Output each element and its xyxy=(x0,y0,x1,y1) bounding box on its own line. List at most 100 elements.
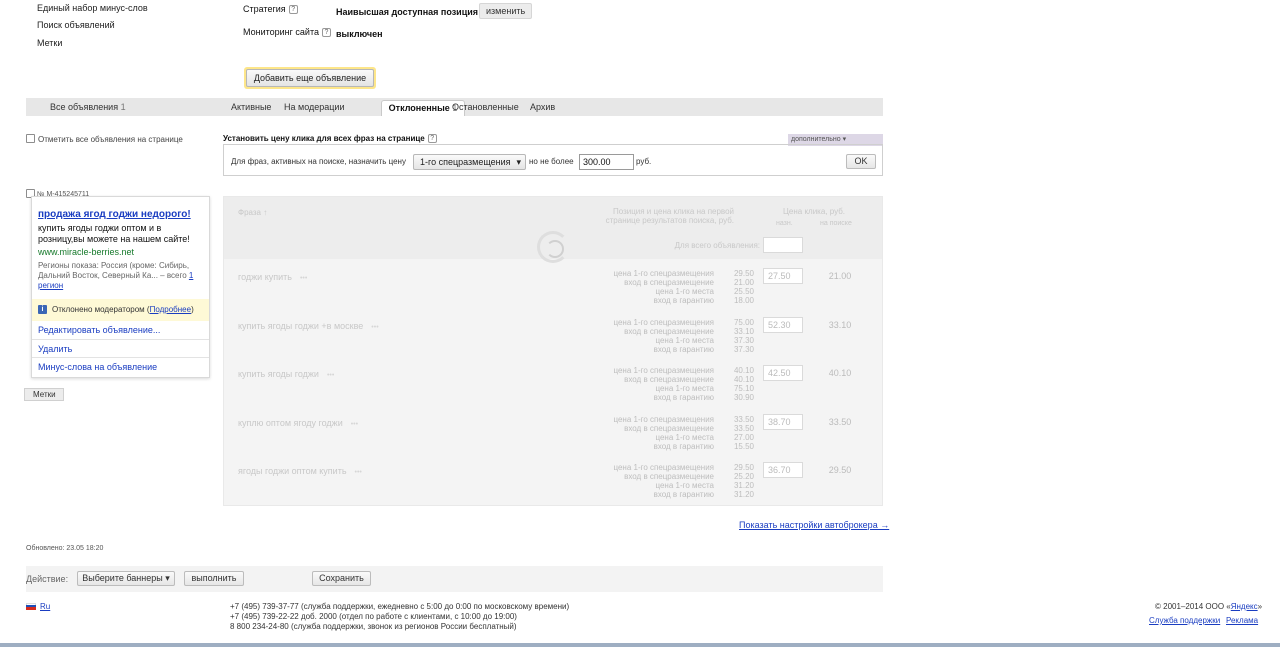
help-icon[interactable]: ? xyxy=(288,5,298,14)
tab-all-ads[interactable]: Все объявления 1 xyxy=(50,98,126,116)
position-label: цена 1-го места xyxy=(655,432,714,442)
select-all-checkbox[interactable] xyxy=(26,134,35,143)
position-label: вход в спецразмещение xyxy=(624,326,714,336)
position-labels: цена 1-го спецразмещения вход в спецразме… xyxy=(584,318,714,354)
position-value: 33.10 xyxy=(733,326,754,336)
tags-button[interactable]: Метки xyxy=(24,388,64,401)
position-label: цена 1-го места xyxy=(655,335,714,345)
phrases-table: Фраза ↑ Позиция и цена клика на первой с… xyxy=(223,196,883,506)
divider xyxy=(32,339,209,340)
col-position-header: Позиция и цена клика на первой странице … xyxy=(605,207,734,225)
tab-archive[interactable]: Архив xyxy=(530,98,555,116)
select-banners-dropdown[interactable]: Выберите баннеры ▾ xyxy=(77,571,175,586)
position-value: 27.00 xyxy=(733,432,754,442)
position-values: 29.50 25.20 31.20 31.20 xyxy=(724,463,754,499)
position-label: вход в гарантию xyxy=(653,344,714,354)
position-value: 29.50 xyxy=(733,463,754,472)
ad-minus-words-link[interactable]: Минус-слова на объявление xyxy=(38,362,157,372)
edit-ad-link[interactable]: Редактировать объявление... xyxy=(38,325,160,335)
phrase-text[interactable]: ягоды годжи оптом купить ••• xyxy=(238,466,362,476)
ad-url: www.miracle-berries.net xyxy=(38,247,135,257)
strategy-value: Наивысшая доступная позиция xyxy=(336,7,479,17)
delete-ad-link[interactable]: Удалить xyxy=(38,344,72,354)
all-ad-label: Для всего объявления: xyxy=(674,241,760,250)
save-button[interactable]: Сохранить xyxy=(312,571,371,586)
language-link[interactable]: Ru xyxy=(40,602,50,611)
position-value: 75.10 xyxy=(733,384,754,393)
tab-stopped[interactable]: Остановленные xyxy=(452,98,519,116)
advertising-link[interactable]: Реклама xyxy=(1226,616,1258,626)
search-price-value: 33.50 xyxy=(828,416,852,427)
phrase-text[interactable]: купить ягоды годжи +в москве ••• xyxy=(238,321,379,331)
copyright: © 2001–2014 ООО «Яндекс» xyxy=(1155,602,1263,611)
updated-label: Обновлено: 23.05 18:20 xyxy=(26,545,104,552)
help-icon[interactable]: ? xyxy=(427,134,437,143)
position-labels: цена 1-го спецразмещения вход в спецразме… xyxy=(584,269,714,305)
phrase-menu-icon[interactable]: ••• xyxy=(327,372,334,379)
max-price-input[interactable]: 300.00 xyxy=(579,154,634,170)
menu-item-search-ads[interactable]: Поиск объявлений xyxy=(37,20,115,30)
execute-button[interactable]: выполнить xyxy=(184,571,244,586)
position-labels: цена 1-го спецразмещения вход в спецразме… xyxy=(584,463,714,499)
currency-label: руб. xyxy=(636,157,652,166)
phrase-price-input[interactable]: 36.70 xyxy=(763,462,803,478)
phrase-text[interactable]: годжи купить ••• xyxy=(238,272,307,282)
support-phone-3: 8 800 234-24-80 (служба поддержки, звоно… xyxy=(230,622,517,631)
phrase-menu-icon[interactable]: ••• xyxy=(351,421,358,428)
menu-item-tags[interactable]: Метки xyxy=(37,38,62,48)
position-label: цена 1-го места xyxy=(655,384,714,393)
price-panel-title: Установить цену клика для всех фраз на с… xyxy=(223,134,437,143)
position-value: 25.20 xyxy=(733,472,754,481)
help-icon[interactable]: ? xyxy=(321,28,331,37)
phrase-text[interactable]: куплю оптом ягоду годжи ••• xyxy=(238,418,358,428)
os-taskbar xyxy=(0,643,1280,647)
change-strategy-button[interactable]: изменить xyxy=(479,3,533,19)
bottom-action-bar: Действие: Выберите баннеры ▾ выполнить С… xyxy=(26,566,883,592)
position-value: 75.00 xyxy=(733,317,754,327)
info-icon: i xyxy=(38,305,47,314)
search-price-value: 33.10 xyxy=(828,319,852,330)
tab-active[interactable]: Активные xyxy=(231,98,271,116)
position-value: 18.00 xyxy=(733,296,754,305)
max-price-label: но не более xyxy=(529,157,574,166)
phrase-menu-icon[interactable]: ••• xyxy=(355,469,362,476)
phrase-price-input[interactable]: 27.50 xyxy=(763,268,803,284)
details-link[interactable]: Подробнее xyxy=(150,305,192,314)
position-value: 40.10 xyxy=(733,366,754,375)
position-values: 29.50 21.00 25.50 18.00 xyxy=(724,269,754,305)
autobroker-settings-link[interactable]: Показать настройки автоброкера → xyxy=(739,520,889,530)
position-label: вход в спецразмещение xyxy=(624,472,714,481)
phrase-text[interactable]: купить ягоды годжи ••• xyxy=(238,369,334,379)
all-ad-price-input[interactable] xyxy=(763,237,803,253)
phrase-price-input[interactable]: 38.70 xyxy=(763,413,803,430)
ok-button[interactable]: OK xyxy=(846,154,876,169)
search-price-value: 40.10 xyxy=(828,368,852,378)
price-panel: Для фраз, активных на поиске, назначить … xyxy=(223,144,883,176)
col-price-sub-search: на поиске xyxy=(820,220,852,227)
phrase-price-input[interactable]: 42.50 xyxy=(763,365,803,381)
tab-moderation[interactable]: На модерации xyxy=(284,98,344,116)
ad-title[interactable]: продажа ягод годжи недорого! xyxy=(38,209,191,220)
monitoring-value: выключен xyxy=(336,29,383,39)
search-price-value: 29.50 xyxy=(828,465,852,475)
support-phone-2: +7 (495) 739-22-22 доб. 2000 (отдел по р… xyxy=(230,612,517,621)
phrases-table-header: Фраза ↑ Позиция и цена клика на первой с… xyxy=(224,197,882,263)
position-select[interactable]: 1-го спецразмещения ▾ xyxy=(413,154,526,170)
position-label: вход в гарантию xyxy=(653,490,714,499)
position-label: вход в спецразмещение xyxy=(624,278,714,287)
position-label: цена 1-го места xyxy=(655,287,714,296)
col-phrase-header[interactable]: Фраза ↑ xyxy=(238,208,267,217)
position-value: 21.00 xyxy=(733,278,754,287)
position-label: вход в спецразмещение xyxy=(624,423,714,433)
position-value: 37.30 xyxy=(733,335,754,345)
support-service-link[interactable]: Служба поддержки xyxy=(1149,616,1220,626)
menu-item-minus-words[interactable]: Единый набор минус-слов xyxy=(37,3,148,13)
monitoring-label: Мониторинг сайта? xyxy=(243,27,331,37)
phrase-price-input[interactable]: 52.30 xyxy=(763,316,803,333)
position-labels: цена 1-го спецразмещения вход в спецразме… xyxy=(584,366,714,402)
add-ad-button[interactable]: Добавить еще объявление xyxy=(246,69,374,87)
yandex-link[interactable]: Яндекс xyxy=(1231,602,1258,611)
phrase-menu-icon[interactable]: ••• xyxy=(300,275,307,282)
phrase-menu-icon[interactable]: ••• xyxy=(371,324,378,331)
ad-card: продажа ягод годжи недорого! купить ягод… xyxy=(31,196,210,378)
